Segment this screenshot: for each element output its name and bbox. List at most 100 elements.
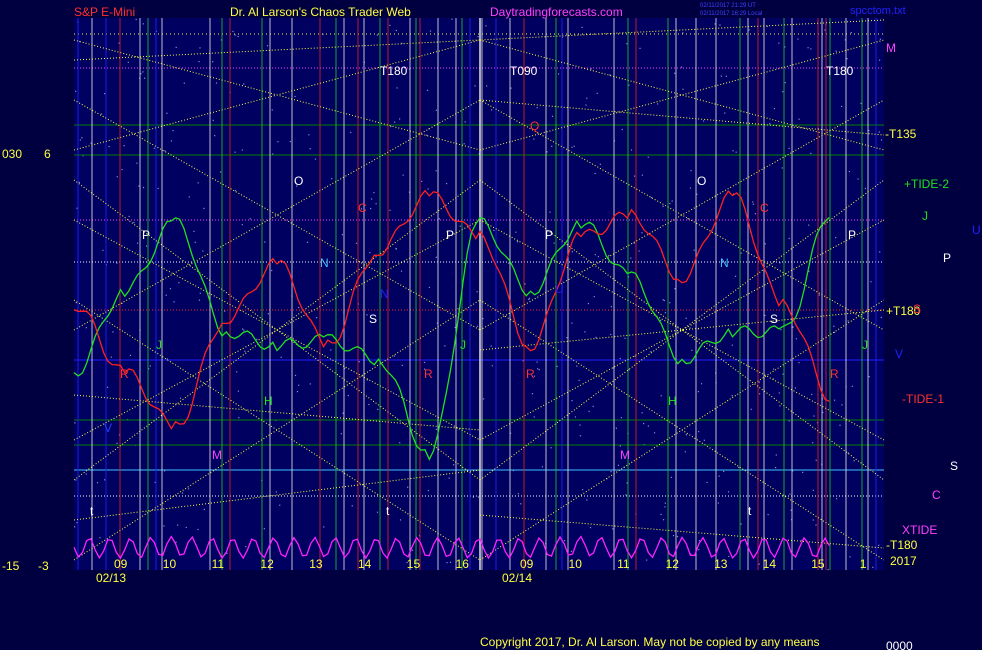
noise-dot [579, 424, 581, 426]
noise-dot [163, 525, 165, 527]
noise-dot [849, 556, 851, 558]
noise-dot [164, 150, 166, 152]
noise-dot [617, 464, 620, 466]
noise-dot [491, 365, 493, 367]
noise-dot [435, 170, 437, 172]
noise-dot [199, 292, 201, 294]
noise-dot [650, 197, 653, 199]
noise-dot [752, 201, 754, 203]
noise-dot [294, 374, 297, 377]
noise-dot [358, 361, 360, 363]
noise-dot [813, 415, 815, 417]
noise-dot [706, 481, 708, 484]
noise-dot [584, 331, 586, 333]
noise-dot [731, 344, 733, 346]
noise-dot [212, 61, 214, 63]
noise-dot [660, 513, 662, 516]
noise-dot [493, 229, 495, 232]
noise-dot [581, 26, 583, 28]
noise-dot [234, 34, 236, 36]
noise-dot [788, 237, 790, 240]
noise-dot [347, 394, 349, 397]
noise-dot [515, 231, 517, 233]
noise-dot [426, 89, 429, 91]
noise-dot [810, 152, 812, 155]
noise-dot [187, 488, 190, 490]
noise-dot [400, 270, 403, 272]
noise-dot [399, 118, 401, 120]
noise-dot [427, 489, 430, 492]
noise-dot [550, 447, 552, 449]
noise-dot [624, 337, 626, 339]
noise-dot [827, 568, 829, 571]
noise-dot [870, 281, 872, 283]
right-j: J [922, 209, 928, 223]
noise-dot [626, 43, 628, 45]
noise-dot [700, 383, 703, 385]
right-tide1: -TIDE-1 [902, 392, 944, 406]
noise-dot [797, 38, 799, 40]
noise-dot [395, 29, 397, 32]
noise-dot [589, 527, 592, 529]
noise-dot [449, 561, 452, 563]
noise-dot [670, 476, 672, 479]
noise-dot [316, 317, 318, 319]
noise-dot [528, 298, 530, 301]
noise-dot [306, 241, 309, 243]
noise-dot [172, 130, 174, 132]
noise-dot [203, 508, 205, 511]
noise-dot [280, 356, 282, 358]
noise-dot [457, 308, 459, 310]
noise-dot [170, 140, 173, 142]
noise-dot [650, 351, 652, 353]
noise-dot [541, 466, 544, 468]
noise-dot [719, 24, 721, 26]
noise-dot [537, 368, 539, 370]
noise-dot [835, 498, 838, 500]
noise-dot [653, 432, 656, 434]
label-j3: J [862, 338, 868, 352]
hour-label: 14 [358, 557, 372, 571]
noise-dot [224, 310, 226, 312]
noise-dot [266, 45, 269, 47]
noise-dot [243, 329, 245, 331]
noise-dot [106, 386, 109, 388]
noise-dot [571, 400, 573, 402]
noise-dot [234, 151, 236, 153]
noise-dot [245, 545, 247, 548]
site-title[interactable]: Daytradingforecasts.com [490, 5, 623, 19]
noise-dot [145, 245, 148, 247]
right-t135: -T135 [885, 127, 917, 141]
noise-dot [389, 209, 391, 211]
noise-dot [740, 252, 742, 254]
noise-dot [178, 282, 180, 284]
noise-dot [177, 524, 179, 526]
noise-dot [775, 454, 777, 456]
noise-dot [136, 162, 138, 164]
noise-dot [812, 489, 814, 491]
noise-dot [638, 250, 640, 252]
noise-dot [531, 393, 534, 395]
noise-dot [508, 262, 510, 264]
noise-dot [853, 460, 855, 462]
noise-dot [659, 319, 662, 321]
noise-dot [571, 322, 573, 324]
noise-dot [438, 218, 440, 220]
noise-dot [717, 502, 719, 504]
noise-dot [271, 109, 273, 111]
label-p2: P [446, 228, 454, 242]
noise-dot [533, 138, 535, 140]
noise-dot [102, 249, 104, 251]
hour-label: 15 [407, 557, 421, 571]
noise-dot [615, 427, 617, 429]
axis-top-a: 030 [2, 147, 22, 161]
noise-dot [85, 473, 87, 475]
label-n1: N [320, 256, 329, 270]
noise-dot [103, 93, 106, 95]
panel-right [480, 18, 884, 570]
noise-dot [553, 242, 555, 244]
corner-digits: 0000 [886, 639, 913, 650]
noise-dot [198, 60, 200, 63]
noise-dot [620, 417, 622, 419]
noise-dot [850, 31, 852, 34]
